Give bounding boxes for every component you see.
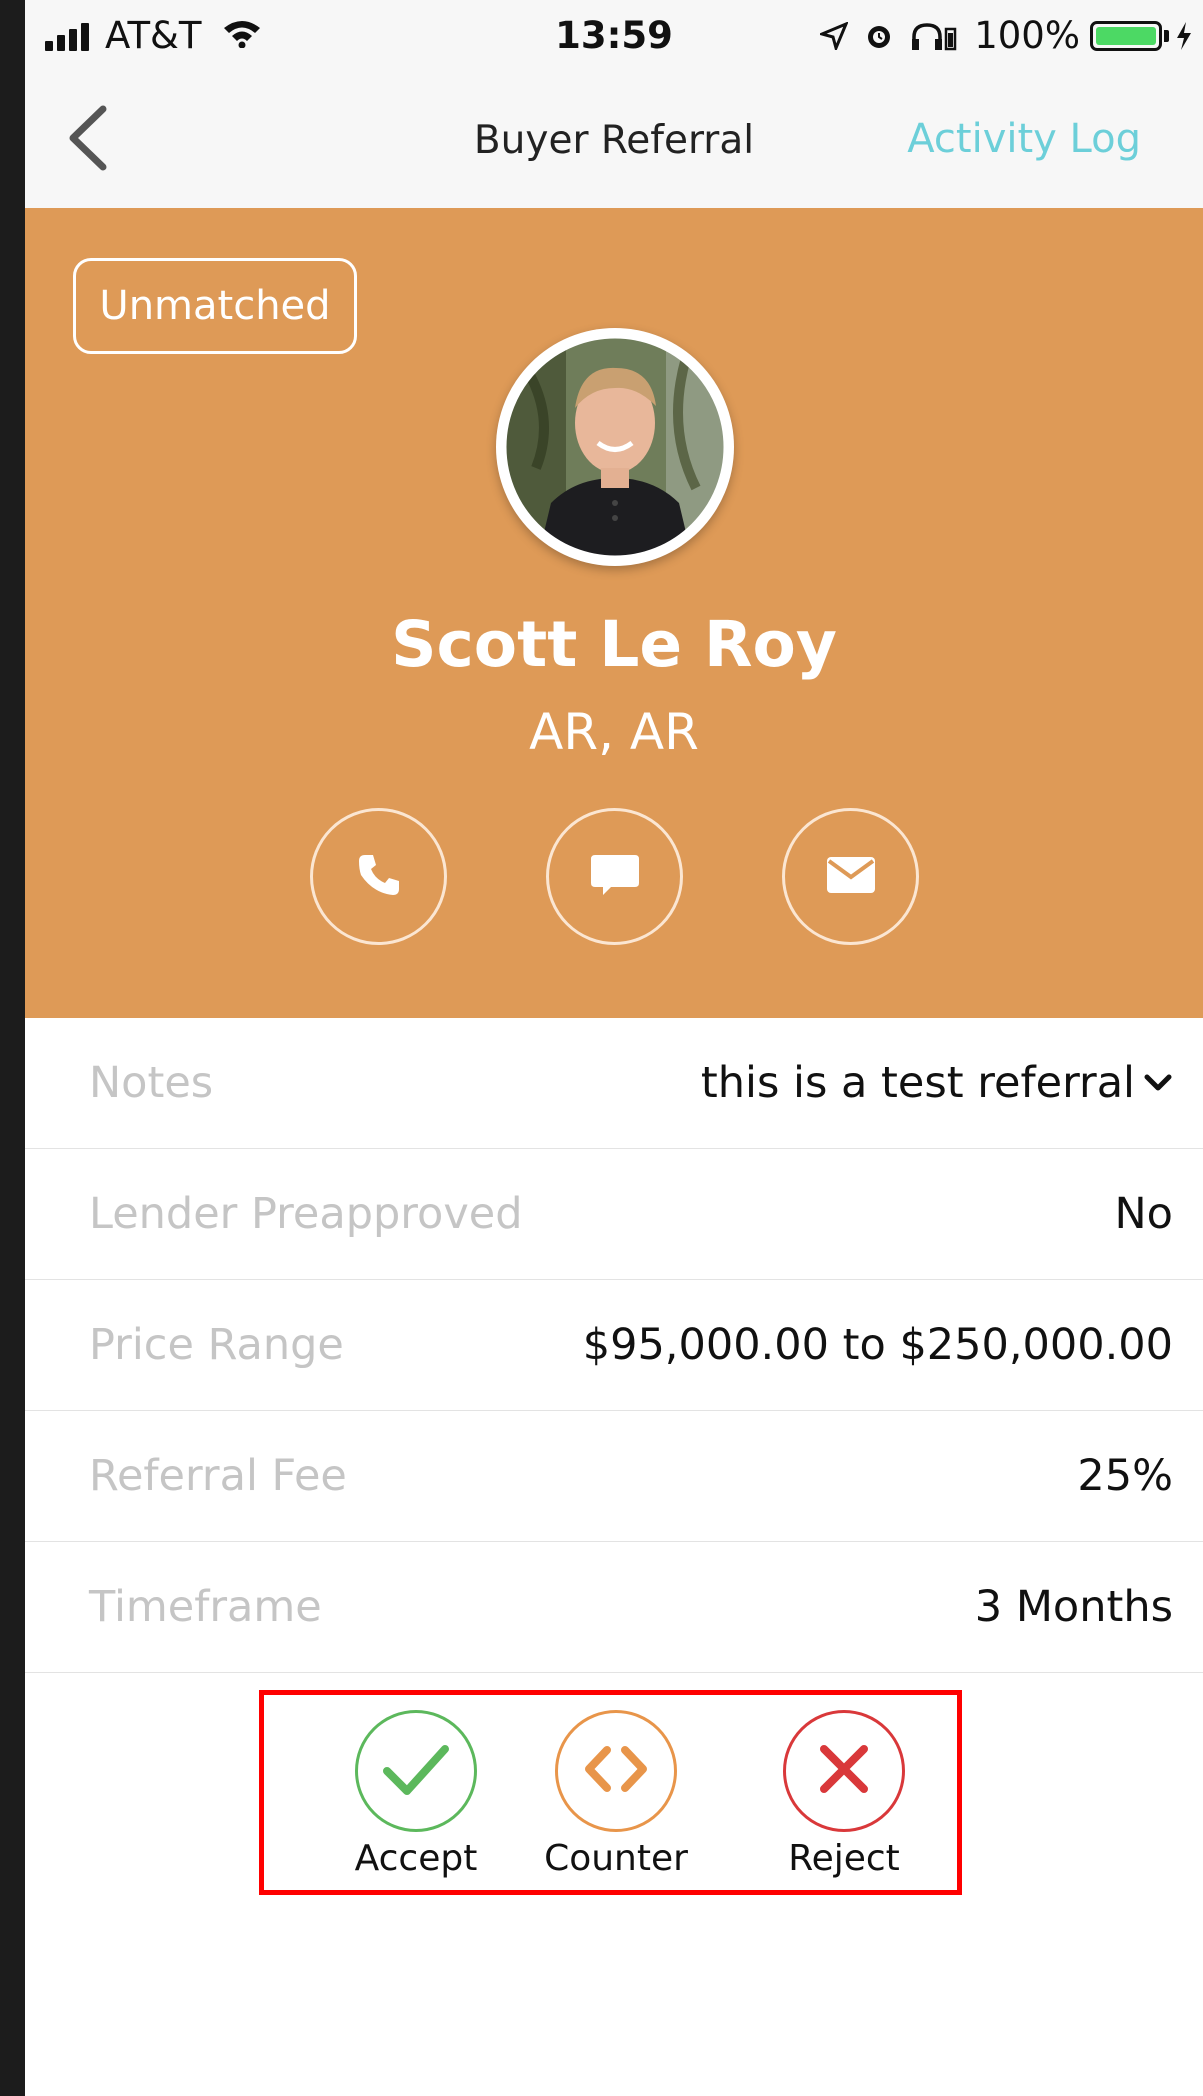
profile-name: Scott Le Roy <box>391 608 837 681</box>
accept-button[interactable]: Accept <box>326 1710 506 1885</box>
message-button[interactable] <box>546 808 683 945</box>
detail-row-fee: Referral Fee 25% <box>25 1411 1203 1542</box>
alarm-icon <box>864 21 894 51</box>
status-bar: AT&T 13:59 100% <box>25 0 1203 70</box>
detail-value: 25% <box>1077 1451 1173 1501</box>
detail-value: 3 Months <box>974 1582 1173 1632</box>
charging-icon <box>1175 21 1193 51</box>
referral-details: Notes this is a test referral Lender Pre… <box>25 1018 1203 1673</box>
phone-icon <box>355 851 403 903</box>
notes-value: this is a test referral <box>700 1058 1135 1108</box>
detail-label: Timeframe <box>89 1582 322 1632</box>
chevron-down-icon[interactable] <box>1143 1071 1173 1095</box>
email-button[interactable] <box>782 808 919 945</box>
profile-header: Unmatched Scott Le Roy AR, AR <box>25 208 1203 1018</box>
battery-percent: 100% <box>974 14 1080 57</box>
location-arrow-icon <box>820 21 849 50</box>
counter-label: Counter <box>544 1838 688 1879</box>
detail-value: No <box>1114 1189 1173 1239</box>
chat-icon <box>589 851 641 903</box>
headphones-icon <box>910 21 958 51</box>
avatar <box>496 328 734 566</box>
status-right: 100% <box>820 14 1193 57</box>
referral-screen: AT&T 13:59 100% Buyer Referral Activity … <box>25 0 1203 2096</box>
detail-row-price: Price Range $95,000.00 to $250,000.00 <box>25 1280 1203 1411</box>
detail-label: Notes <box>89 1058 214 1108</box>
detail-label: Price Range <box>89 1320 344 1370</box>
reject-button[interactable]: Reject <box>754 1710 934 1885</box>
status-badge: Unmatched <box>73 258 357 354</box>
detail-row-timeframe: Timeframe 3 Months <box>25 1542 1203 1673</box>
code-brackets-icon <box>581 1744 651 1798</box>
detail-row-notes[interactable]: Notes this is a test referral <box>25 1018 1203 1149</box>
profile-location: AR, AR <box>529 703 699 761</box>
reject-label: Reject <box>788 1838 900 1879</box>
accept-label: Accept <box>354 1838 478 1879</box>
check-icon <box>381 1741 451 1801</box>
reject-circle <box>783 1710 905 1832</box>
detail-row-lender: Lender Preapproved No <box>25 1149 1203 1280</box>
counter-button[interactable]: Counter <box>526 1710 706 1885</box>
detail-value: $95,000.00 to $250,000.00 <box>582 1320 1173 1370</box>
nav-bar: Buyer Referral Activity Log <box>25 70 1203 208</box>
call-button[interactable] <box>310 808 447 945</box>
activity-log-link[interactable]: Activity Log <box>907 116 1141 162</box>
detail-label: Referral Fee <box>89 1451 347 1501</box>
counter-circle <box>555 1710 677 1832</box>
battery-icon <box>1090 20 1162 51</box>
actions-highlight: Accept Counter Reject <box>259 1690 962 1895</box>
detail-label: Lender Preapproved <box>89 1189 523 1239</box>
close-icon <box>816 1741 872 1801</box>
detail-value: this is a test referral <box>701 1058 1173 1108</box>
accept-circle <box>355 1710 477 1832</box>
mail-icon <box>825 855 877 899</box>
battery-tip <box>1164 29 1169 42</box>
